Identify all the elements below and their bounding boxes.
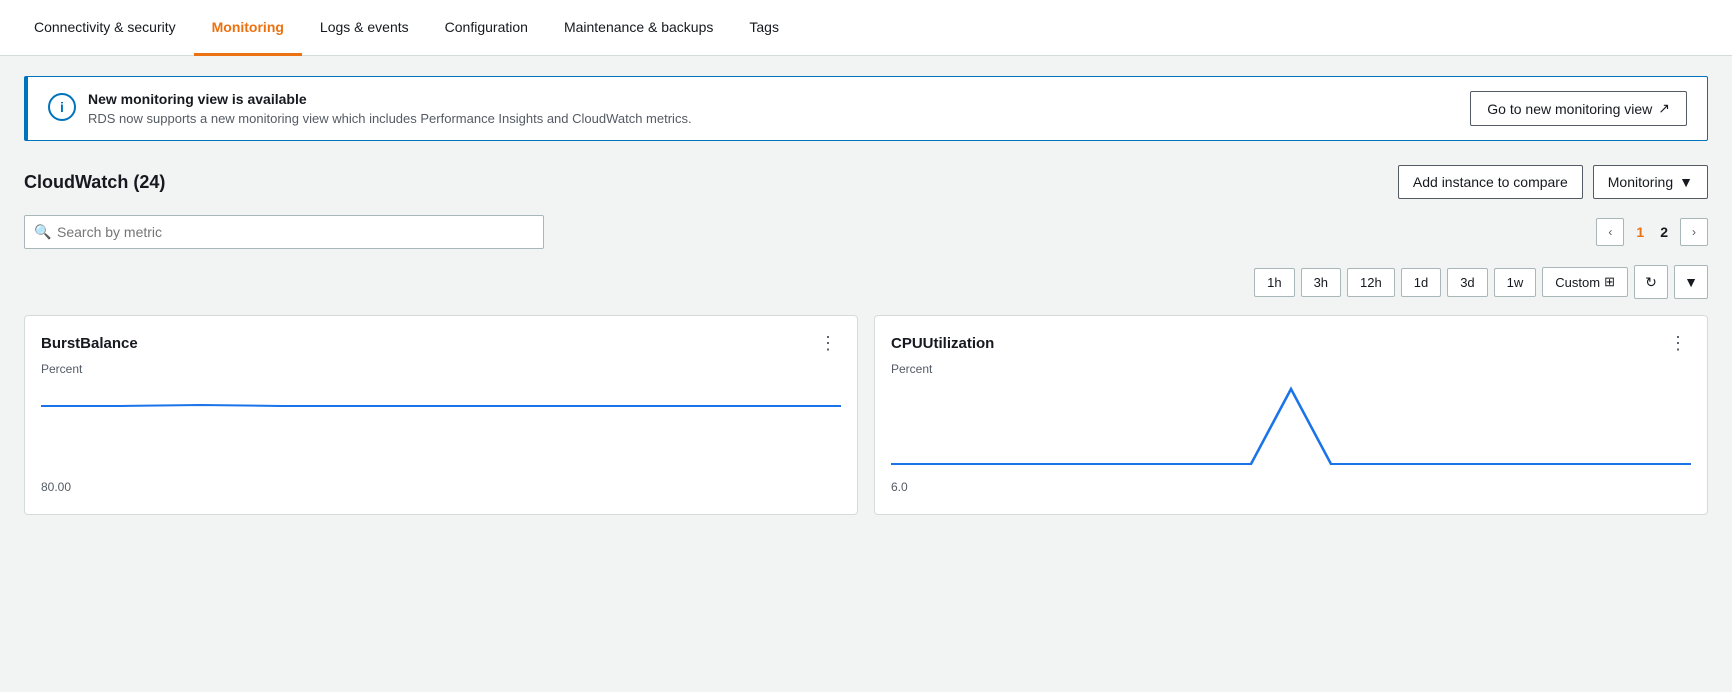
tab-connectivity[interactable]: Connectivity & security [16,0,194,56]
info-icon: i [48,93,76,121]
page-2[interactable]: 2 [1656,222,1672,242]
tab-maintenance[interactable]: Maintenance & backups [546,0,731,56]
calendar-icon: ⊞ [1604,274,1615,290]
burst-balance-title: BurstBalance [41,335,138,352]
banner-subtitle: RDS now supports a new monitoring view w… [88,111,692,126]
goto-monitoring-button[interactable]: Go to new monitoring view ↗ [1470,91,1687,126]
external-link-icon: ↗ [1658,100,1670,117]
burst-balance-header: BurstBalance ⋮ [41,332,841,354]
cpu-utilization-yvalue: 6.0 [891,480,908,494]
cpu-utilization-menu-icon[interactable]: ⋮ [1665,332,1691,354]
cpu-utilization-card: CPUUtilization ⋮ Percent 6.0 [874,315,1708,515]
burst-balance-chart-area: 80.00 [41,384,841,494]
monitoring-dropdown-button[interactable]: Monitoring ▼ [1593,165,1708,199]
dropdown-icon: ▼ [1679,174,1693,190]
time-1d-button[interactable]: 1d [1401,268,1441,297]
burst-balance-menu-icon[interactable]: ⋮ [815,332,841,354]
cloudwatch-title: CloudWatch (24) [24,172,165,193]
tab-tags[interactable]: Tags [731,0,797,56]
cloudwatch-header: CloudWatch (24) Add instance to compare … [24,165,1708,199]
search-icon: 🔍 [34,224,51,241]
next-page-button[interactable]: › [1680,218,1708,246]
search-wrap: 🔍 [24,215,544,249]
prev-page-button[interactable]: ‹ [1596,218,1624,246]
burst-balance-card: BurstBalance ⋮ Percent 80.00 [24,315,858,515]
refresh-icon: ↻ [1645,274,1657,291]
pagination: ‹ 1 2 › [1596,218,1708,246]
charts-grid: BurstBalance ⋮ Percent 80.00 CPUUtilizat… [24,315,1708,515]
time-12h-button[interactable]: 12h [1347,268,1395,297]
custom-label: Custom [1555,275,1600,290]
add-instance-label: Add instance to compare [1413,174,1568,190]
cpu-utilization-svg [891,384,1691,474]
time-1w-button[interactable]: 1w [1494,268,1537,297]
burst-balance-svg [41,384,841,474]
burst-balance-ylabel: Percent [41,362,841,376]
refresh-button[interactable]: ↻ [1634,265,1668,299]
cpu-utilization-ylabel: Percent [891,362,1691,376]
main-content: i New monitoring view is available RDS n… [0,56,1732,535]
cpu-utilization-chart-area: 6.0 [891,384,1691,494]
dropdown-arrow-icon: ▼ [1684,274,1698,290]
cpu-utilization-title: CPUUtilization [891,335,994,352]
tab-monitoring[interactable]: Monitoring [194,0,302,56]
time-toolbar: 1h 3h 12h 1d 3d 1w Custom ⊞ ↻ ▼ [24,265,1708,299]
page-1[interactable]: 1 [1632,222,1648,242]
time-3h-button[interactable]: 3h [1301,268,1341,297]
info-banner: i New monitoring view is available RDS n… [24,76,1708,141]
tab-navigation: Connectivity & security Monitoring Logs … [0,0,1732,56]
tab-configuration[interactable]: Configuration [427,0,546,56]
banner-text: New monitoring view is available RDS now… [88,91,692,126]
tab-logs[interactable]: Logs & events [302,0,427,56]
add-instance-button[interactable]: Add instance to compare [1398,165,1583,199]
cloudwatch-actions: Add instance to compare Monitoring ▼ [1398,165,1708,199]
banner-left: i New monitoring view is available RDS n… [48,91,692,126]
time-custom-button[interactable]: Custom ⊞ [1542,267,1628,297]
search-row: 🔍 ‹ 1 2 › [24,215,1708,249]
time-1h-button[interactable]: 1h [1254,268,1294,297]
burst-balance-yvalue: 80.00 [41,480,71,494]
cpu-utilization-header: CPUUtilization ⋮ [891,332,1691,354]
goto-label: Go to new monitoring view [1487,101,1652,117]
banner-title: New monitoring view is available [88,91,692,107]
chart-options-button[interactable]: ▼ [1674,265,1708,299]
search-input[interactable] [24,215,544,249]
monitoring-label: Monitoring [1608,174,1673,190]
time-3d-button[interactable]: 3d [1447,268,1487,297]
